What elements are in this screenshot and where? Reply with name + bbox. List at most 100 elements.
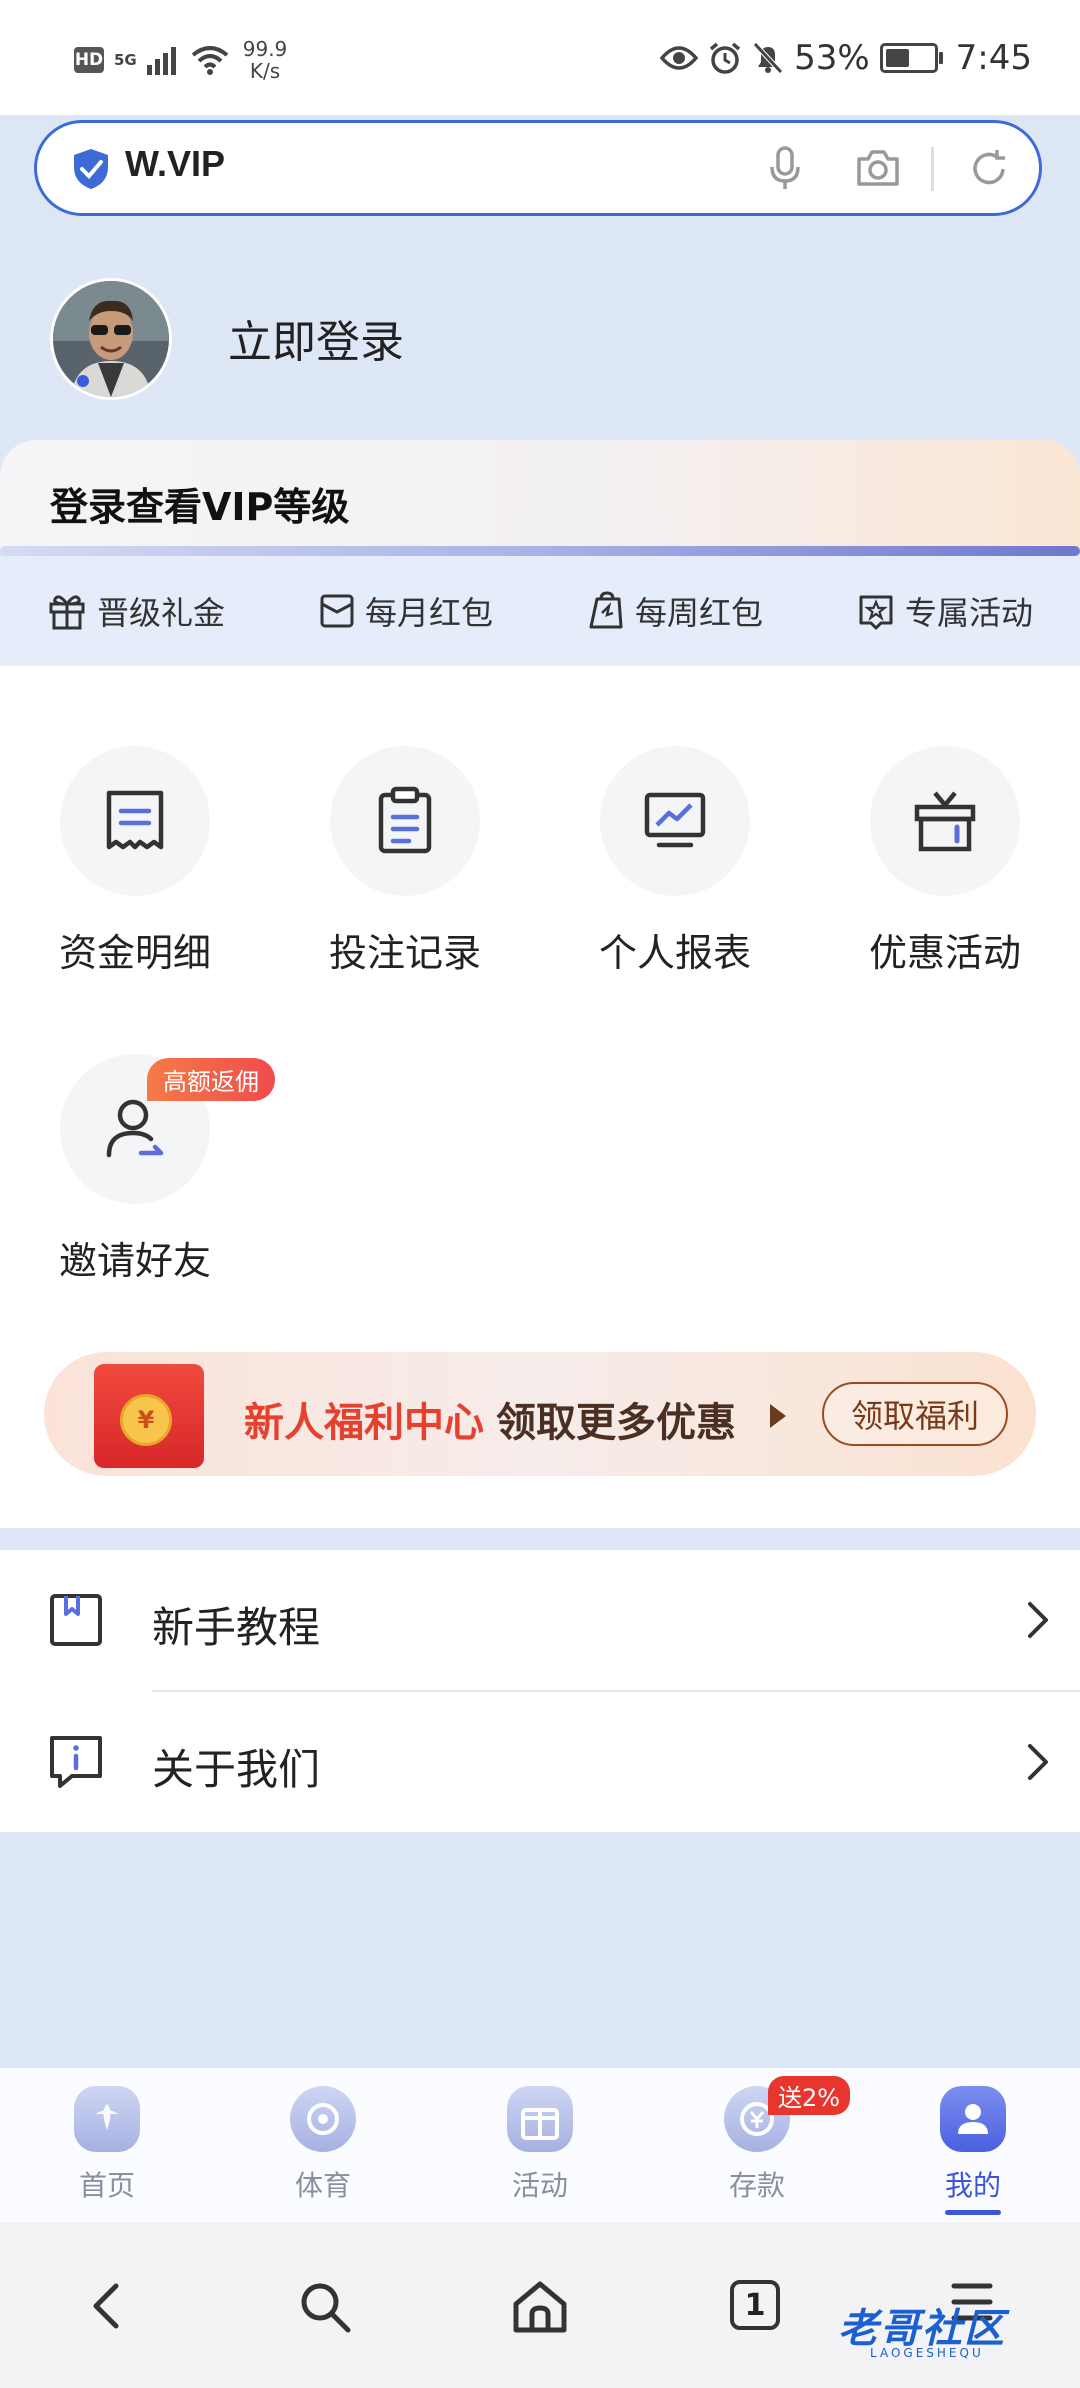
gift-box-icon xyxy=(914,791,976,852)
activity-icon xyxy=(507,2086,573,2152)
claim-welfare-button[interactable]: 领取福利 xyxy=(822,1382,1008,1446)
tab-sports[interactable]: 体育 xyxy=(248,2086,398,2204)
perk-label: 晋级礼金 xyxy=(96,594,225,632)
grid-label: 资金明细 xyxy=(58,931,211,975)
vip-card[interactable]: 登录查看VIP等级 xyxy=(0,440,1080,550)
speed-unit: K/s xyxy=(249,59,281,83)
status-bar: HD 5G 99.9 K/s 53% 7:45 xyxy=(0,0,1080,115)
grid-label: 个人报表 xyxy=(598,931,751,975)
login-link[interactable]: 立即登录 xyxy=(228,306,404,370)
camera-icon[interactable] xyxy=(855,147,901,189)
active-tab-indicator xyxy=(945,2210,1001,2215)
icon-circle xyxy=(600,746,750,896)
grid-label: 优惠活动 xyxy=(868,931,1021,975)
icon-circle xyxy=(330,746,480,896)
tab-label: 体育 xyxy=(294,2169,351,2202)
menu-item-tutorial[interactable]: 新手教程 xyxy=(0,1550,1080,1692)
profile-icon xyxy=(940,2086,1006,2152)
receipt-icon xyxy=(106,790,164,850)
book-icon xyxy=(50,1594,102,1646)
search-icon[interactable] xyxy=(298,2280,352,2334)
grid-invite-friends[interactable]: 高额返佣 邀请好友 xyxy=(35,1054,275,1285)
clipboard-icon xyxy=(378,786,432,854)
perk-label: 每月红包 xyxy=(364,594,493,632)
perk-label: 专属活动 xyxy=(904,594,1033,632)
wifi-icon xyxy=(191,46,229,75)
network-indicator: 5G xyxy=(114,50,137,69)
grid-bet-records[interactable]: 投注记录 xyxy=(305,746,505,977)
chevron-right-icon xyxy=(1028,1744,1048,1780)
tab-label: 我的 xyxy=(944,2169,1001,2202)
commission-tag: 高额返佣 xyxy=(147,1058,275,1101)
home-nav-icon[interactable] xyxy=(510,2280,570,2334)
back-arrow-icon[interactable] xyxy=(88,2280,124,2332)
icon-circle xyxy=(60,746,210,896)
grid-funds-detail[interactable]: 资金明细 xyxy=(35,746,235,977)
tab-activity[interactable]: 活动 xyxy=(465,2086,615,2204)
reload-icon[interactable] xyxy=(967,147,1011,191)
monitor-chart-icon xyxy=(644,792,706,848)
bottom-tab-bar: 首页 体育 活动 存款 送2% 我的 xyxy=(0,2068,1080,2222)
menu-list: 新手教程 关于我们 xyxy=(0,1550,1080,1832)
chevron-right-icon xyxy=(1028,1602,1048,1638)
home-glyph xyxy=(96,2104,118,2130)
clock: 7:45 xyxy=(955,38,1032,78)
alarm-icon xyxy=(709,42,741,74)
sports-icon xyxy=(290,2086,356,2152)
envelope-icon xyxy=(320,594,354,628)
battery-percent: 53% xyxy=(794,38,870,78)
tab-home[interactable]: 首页 xyxy=(32,2086,182,2204)
perk-label: 每周红包 xyxy=(634,594,763,632)
status-right: 53% 7:45 xyxy=(660,38,1032,78)
signal-icon xyxy=(146,47,176,75)
tab-profile[interactable]: 我的 xyxy=(898,2086,1048,2215)
url-text[interactable]: W.VIP xyxy=(125,143,225,185)
address-bar[interactable]: W.VIP xyxy=(34,120,1042,216)
info-icon xyxy=(50,1736,102,1788)
vip-title: 登录查看VIP等级 xyxy=(50,485,350,529)
tab-label: 活动 xyxy=(511,2169,568,2202)
profile-header: 立即登录 登录查看VIP等级 晋级礼金 每月红包 每周红包 专属活动 xyxy=(0,226,1080,666)
tabs-count-button[interactable]: 1 xyxy=(730,2280,780,2330)
menu-label: 新手教程 xyxy=(152,1603,321,1652)
network-speed: 99.9 K/s xyxy=(243,38,288,82)
battery-fill xyxy=(885,49,909,67)
tab-label: 首页 xyxy=(78,2169,135,2202)
gift-icon xyxy=(49,595,85,630)
perk-weekly-envelope[interactable]: 每周红包 xyxy=(587,588,763,634)
grid-label: 邀请好友 xyxy=(58,1239,211,1283)
perk-monthly-envelope[interactable]: 每月红包 xyxy=(319,588,493,634)
banner-text: 领取更多优惠 xyxy=(496,1400,736,1446)
vip-progress-line xyxy=(0,546,1080,556)
icon-circle xyxy=(870,746,1020,896)
grid-label: 投注记录 xyxy=(328,931,481,975)
shopping-bag-icon xyxy=(589,591,623,629)
coin-icon: ¥ xyxy=(120,1394,172,1446)
deposit-bonus-badge: 送2% xyxy=(768,2076,851,2115)
avatar-image xyxy=(53,281,169,397)
gift-glyph xyxy=(521,2108,559,2140)
grid-personal-report[interactable]: 个人报表 xyxy=(575,746,775,977)
perk-exclusive-activity[interactable]: 专属活动 xyxy=(857,588,1033,634)
menu-label: 关于我们 xyxy=(152,1745,321,1794)
perk-promotion-bonus[interactable]: 晋级礼金 xyxy=(47,588,225,634)
speed-value: 99.9 xyxy=(242,37,288,61)
address-separator xyxy=(931,147,934,191)
content-panel: 资金明细 投注记录 个人报表 优惠活动 高额返佣 邀请好友 ¥ 新人福利中心 领… xyxy=(0,666,1080,1528)
invite-user-icon xyxy=(106,1099,164,1158)
banner-highlight: 新人福利中心 xyxy=(244,1400,484,1446)
status-left: HD 5G 99.9 K/s xyxy=(74,38,287,82)
hd-badge: HD xyxy=(74,47,104,73)
shield-check-icon xyxy=(74,149,108,189)
home-icon xyxy=(74,2086,140,2152)
avatar[interactable] xyxy=(50,278,172,400)
star-tag-icon xyxy=(859,595,893,630)
watermark-subtext: LAOGESHEQU xyxy=(870,2346,984,2360)
newbie-welfare-banner[interactable]: ¥ 新人福利中心 领取更多优惠 领取福利 xyxy=(44,1352,1036,1476)
mute-bell-icon xyxy=(753,42,783,74)
microphone-icon[interactable] xyxy=(767,145,803,193)
eye-icon xyxy=(660,46,699,70)
ball-glyph xyxy=(307,2103,339,2135)
grid-promotions[interactable]: 优惠活动 xyxy=(845,746,1045,977)
menu-item-about[interactable]: 关于我们 xyxy=(0,1692,1080,1832)
